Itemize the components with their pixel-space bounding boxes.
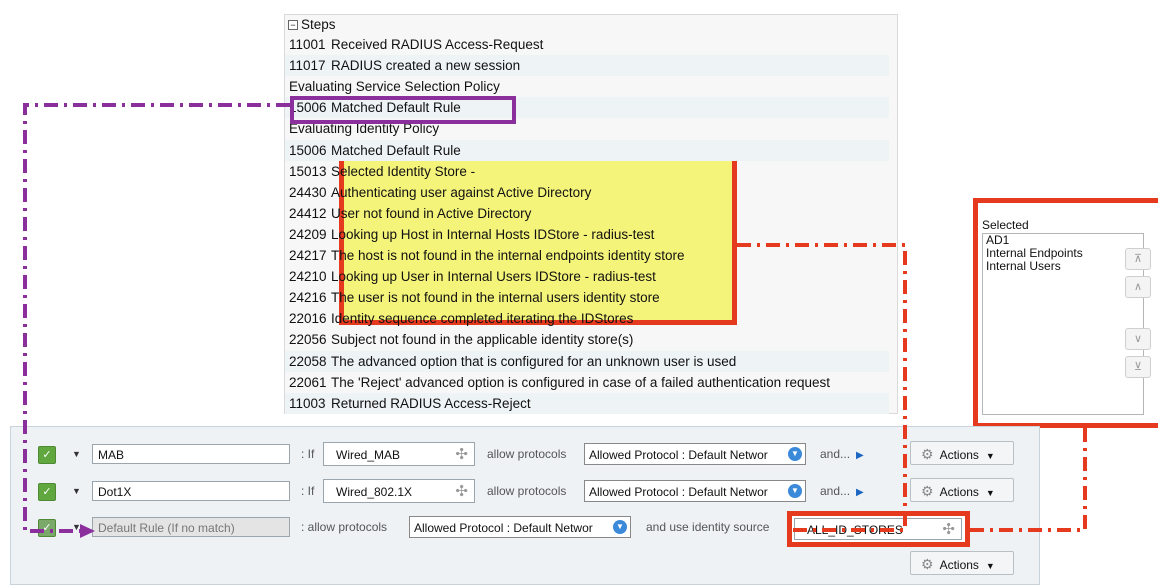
annotation-connectors [23, 103, 1087, 538]
purple-connector-line [23, 103, 290, 533]
purple-arrowhead [80, 524, 95, 538]
red-connector-line-steps [737, 243, 907, 532]
red-connector-line-selected [970, 428, 1087, 532]
